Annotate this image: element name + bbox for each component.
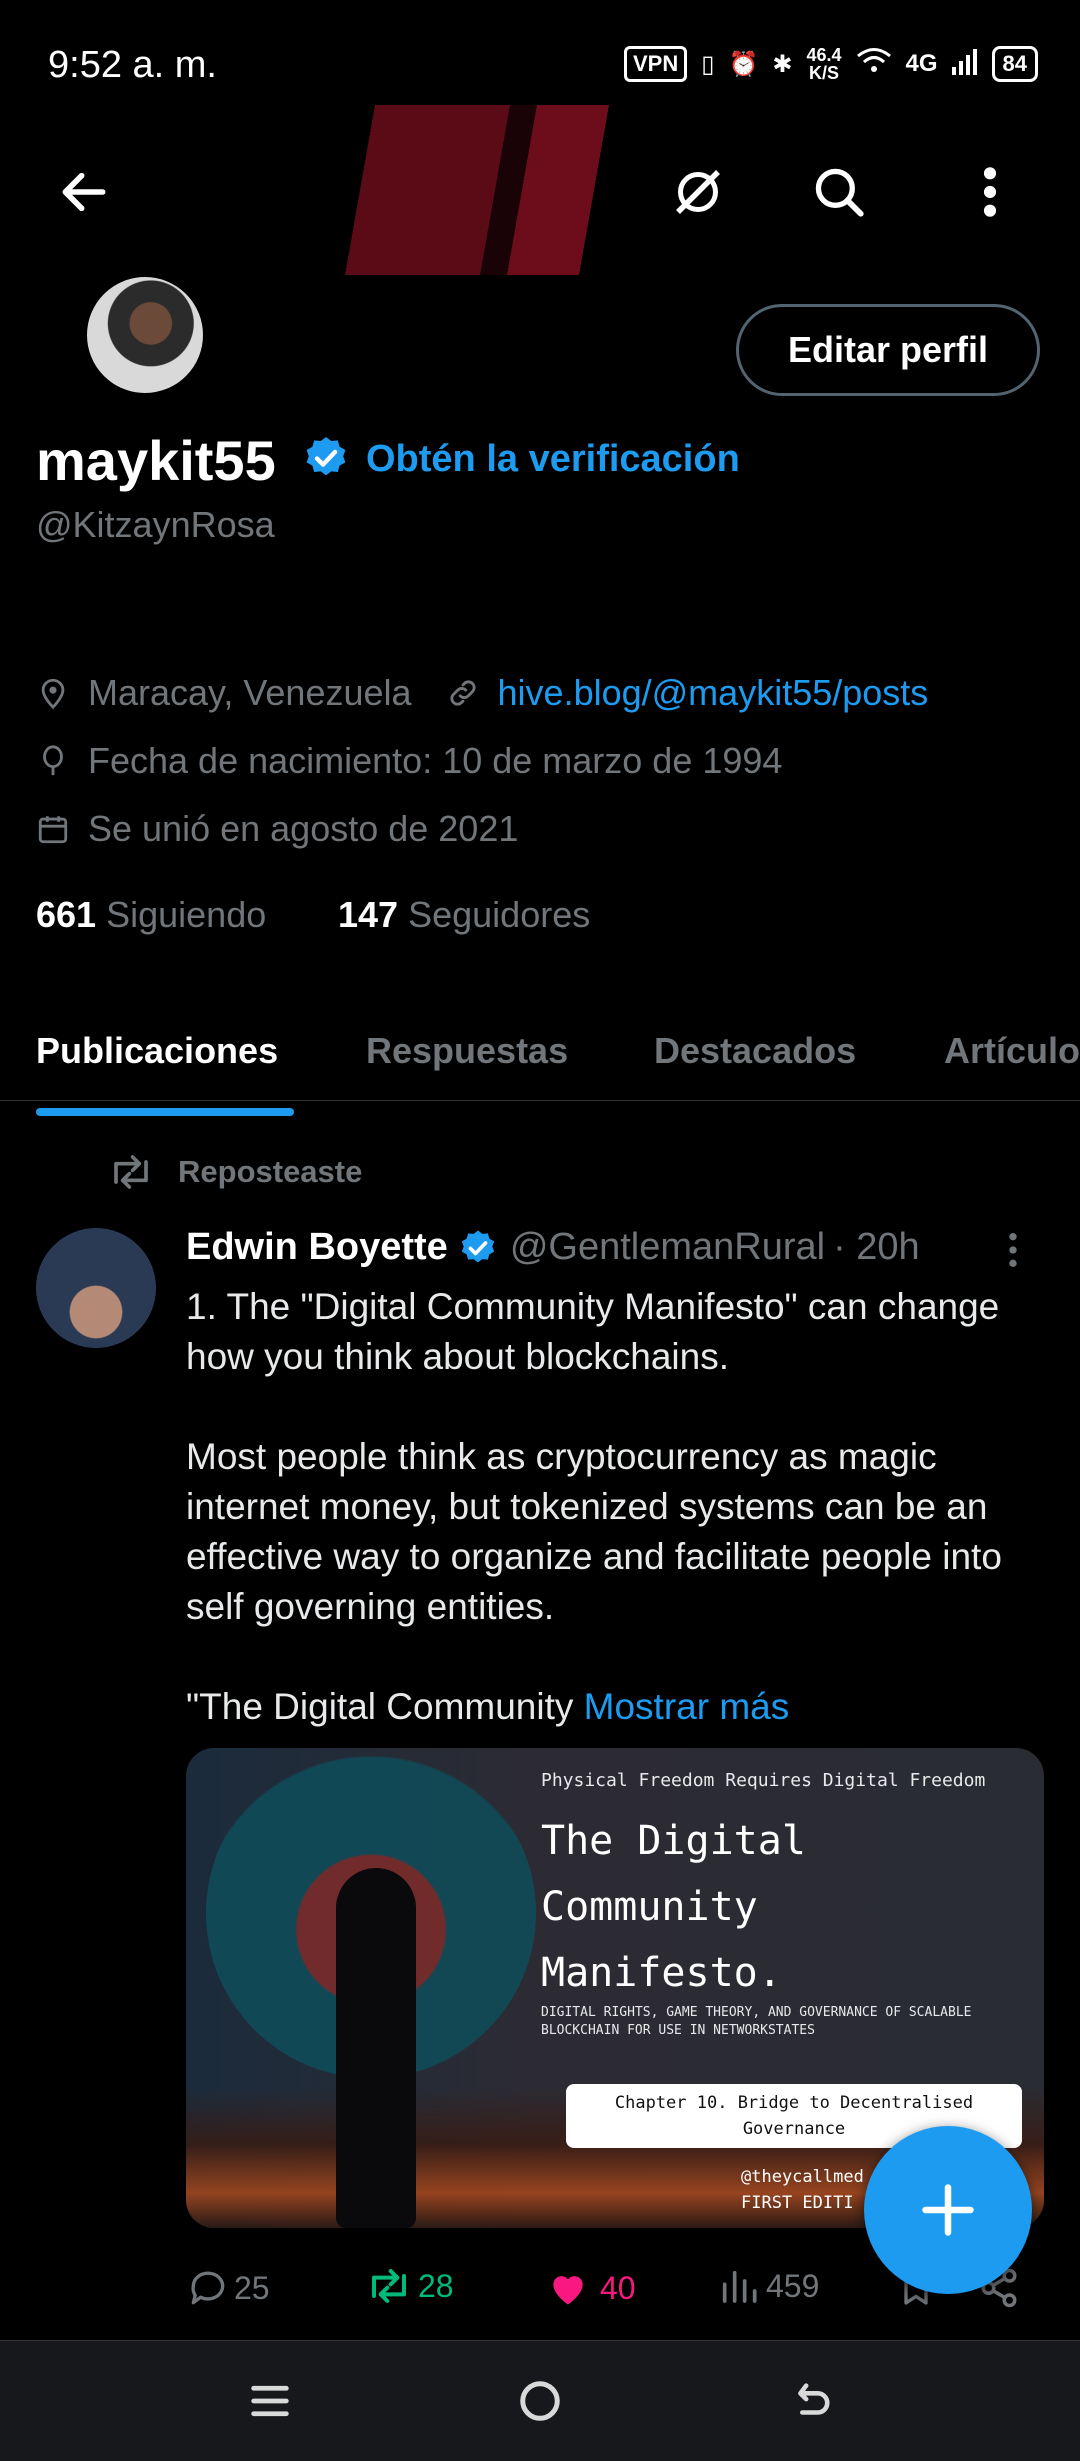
tab-destacados[interactable]: Destacados — [654, 1030, 856, 1072]
media-figure — [336, 1868, 416, 2228]
reply-icon — [191, 2271, 225, 2305]
signal-icon — [951, 47, 978, 82]
bluetooth-icon: ✱ — [772, 50, 793, 78]
location-text: Maracay, Venezuela — [88, 672, 412, 713]
home-circle-icon — [520, 2381, 560, 2421]
battery-indicator: 84 — [991, 46, 1038, 82]
verified-badge-icon — [461, 1230, 494, 1262]
post-author-handle[interactable]: @GentlemanRural — [510, 1226, 825, 1269]
location-row: Maracay, Venezuela hive.blog/@maykit55/p… — [36, 672, 928, 714]
link-icon — [450, 680, 476, 706]
back-arrow-icon — [798, 2383, 830, 2415]
post-time: · 20h — [833, 1226, 920, 1268]
vpn-icon: VPN — [623, 46, 688, 82]
post-author-name[interactable]: Edwin Boyette — [186, 1226, 448, 1269]
following-stat[interactable]: 661 Siguiendo — [36, 894, 266, 936]
joined-row: Se unió en agosto de 2021 — [36, 808, 518, 850]
repost-label: Reposteaste — [178, 1154, 363, 1189]
repost-indicator: Reposteaste — [106, 1152, 362, 1192]
vibrate-icon: ▯ — [701, 50, 715, 78]
views-count: 459 — [766, 2267, 820, 2304]
balloon-icon — [43, 745, 63, 776]
website-link[interactable]: hive.blog/@maykit55/posts — [498, 672, 929, 714]
system-navigation-bar — [0, 2340, 1080, 2461]
profile-tabs: Publicaciones Respuestas Destacados Artí… — [0, 980, 1080, 1116]
repost-icon — [372, 2269, 406, 2303]
post-author-line: Edwin Boyette @GentlemanRural · 20h — [186, 1226, 920, 1269]
recent-apps-button[interactable] — [240, 2371, 300, 2431]
compose-post-button[interactable] — [864, 2126, 1032, 2294]
tab-publicaciones[interactable]: Publicaciones — [36, 1030, 278, 1072]
followers-label: Seguidores — [408, 894, 591, 935]
media-subtitle: Physical Freedom Requires Digital Freedo… — [541, 1770, 986, 1791]
reply-count: 25 — [234, 2269, 270, 2306]
repost-icon — [114, 1155, 148, 1189]
joined-text: Se unió en agosto de 2021 — [88, 808, 519, 849]
profile-handle: @KitzaynRosa — [36, 504, 275, 545]
following-label: Siguiendo — [106, 894, 267, 935]
verified-badge-icon[interactable] — [302, 434, 350, 487]
display-name: maykit55 — [36, 429, 276, 492]
alarm-icon: ⏰ — [728, 50, 759, 78]
grok-icon — [676, 170, 720, 214]
arrow-left-icon — [62, 172, 106, 212]
more-vertical-icon — [1009, 1233, 1017, 1267]
network-type: 4G — [905, 50, 938, 77]
show-more-link[interactable]: Mostrar más — [584, 1686, 790, 1727]
calendar-icon — [38, 816, 68, 844]
more-options-button[interactable] — [948, 150, 1032, 234]
repost-action[interactable]: 28 — [364, 2266, 454, 2306]
active-tab-indicator — [36, 1108, 294, 1116]
plus-icon — [922, 2184, 974, 2236]
network-speed-unit: K/S — [808, 63, 839, 83]
edit-profile-button[interactable]: Editar perfil — [736, 304, 1040, 396]
back-button[interactable] — [42, 150, 126, 234]
tab-articulos[interactable]: Artículos — [944, 1030, 1080, 1072]
get-verified-link[interactable]: Obtén la verificación — [366, 438, 740, 481]
tab-respuestas[interactable]: Respuestas — [366, 1030, 568, 1072]
birthday-text: Fecha de nacimiento: 10 de marzo de 1994 — [88, 740, 783, 781]
wifi-icon — [856, 47, 892, 82]
following-count: 661 — [36, 894, 97, 935]
repost-count: 28 — [418, 2267, 454, 2304]
followers-stat[interactable]: 147 Seguidores — [338, 894, 590, 936]
birthday-row: Fecha de nacimiento: 10 de marzo de 1994 — [36, 740, 782, 782]
post-more-button[interactable] — [1006, 1230, 1020, 1275]
network-speed-value: 46.4 — [806, 45, 842, 65]
more-vertical-icon — [983, 167, 997, 217]
menu-lines-icon — [251, 2385, 289, 2417]
grok-button[interactable] — [656, 150, 740, 234]
heart-icon — [553, 2276, 583, 2305]
profile-banner — [0, 100, 1080, 275]
search-icon — [815, 168, 864, 217]
search-button[interactable] — [797, 150, 881, 234]
like-action[interactable]: 40 — [546, 2266, 636, 2310]
post-author-avatar[interactable] — [36, 1228, 156, 1348]
post-text[interactable]: 1. The "Digital Community Manifesto" can… — [186, 1282, 1046, 1732]
media-handle: @theycallmed FIRST EDITI — [741, 2167, 864, 2213]
system-back-button[interactable] — [780, 2371, 840, 2431]
status-icons: VPN ▯ ⏰ ✱ 46.4 K/S 4G 84 — [623, 46, 1038, 82]
bar-chart-icon — [722, 2270, 757, 2303]
views-action[interactable]: 459 — [718, 2266, 819, 2306]
profile-avatar[interactable] — [82, 272, 208, 398]
like-count: 40 — [600, 2269, 636, 2306]
home-button[interactable] — [510, 2371, 570, 2431]
post-body: 1. The "Digital Community Manifesto" can… — [186, 1286, 1002, 1727]
reply-action[interactable]: 25 — [186, 2266, 270, 2310]
network-speed: 46.4 K/S — [806, 46, 841, 82]
followers-count: 147 — [338, 894, 399, 935]
location-pin-icon — [41, 678, 65, 710]
media-description: DIGITAL RIGHTS, GAME THEORY, AND GOVERNA… — [541, 2005, 972, 2038]
media-title: The Digital Community Manifesto. — [541, 1818, 806, 1996]
status-time: 9:52 a. m. — [48, 44, 217, 86]
